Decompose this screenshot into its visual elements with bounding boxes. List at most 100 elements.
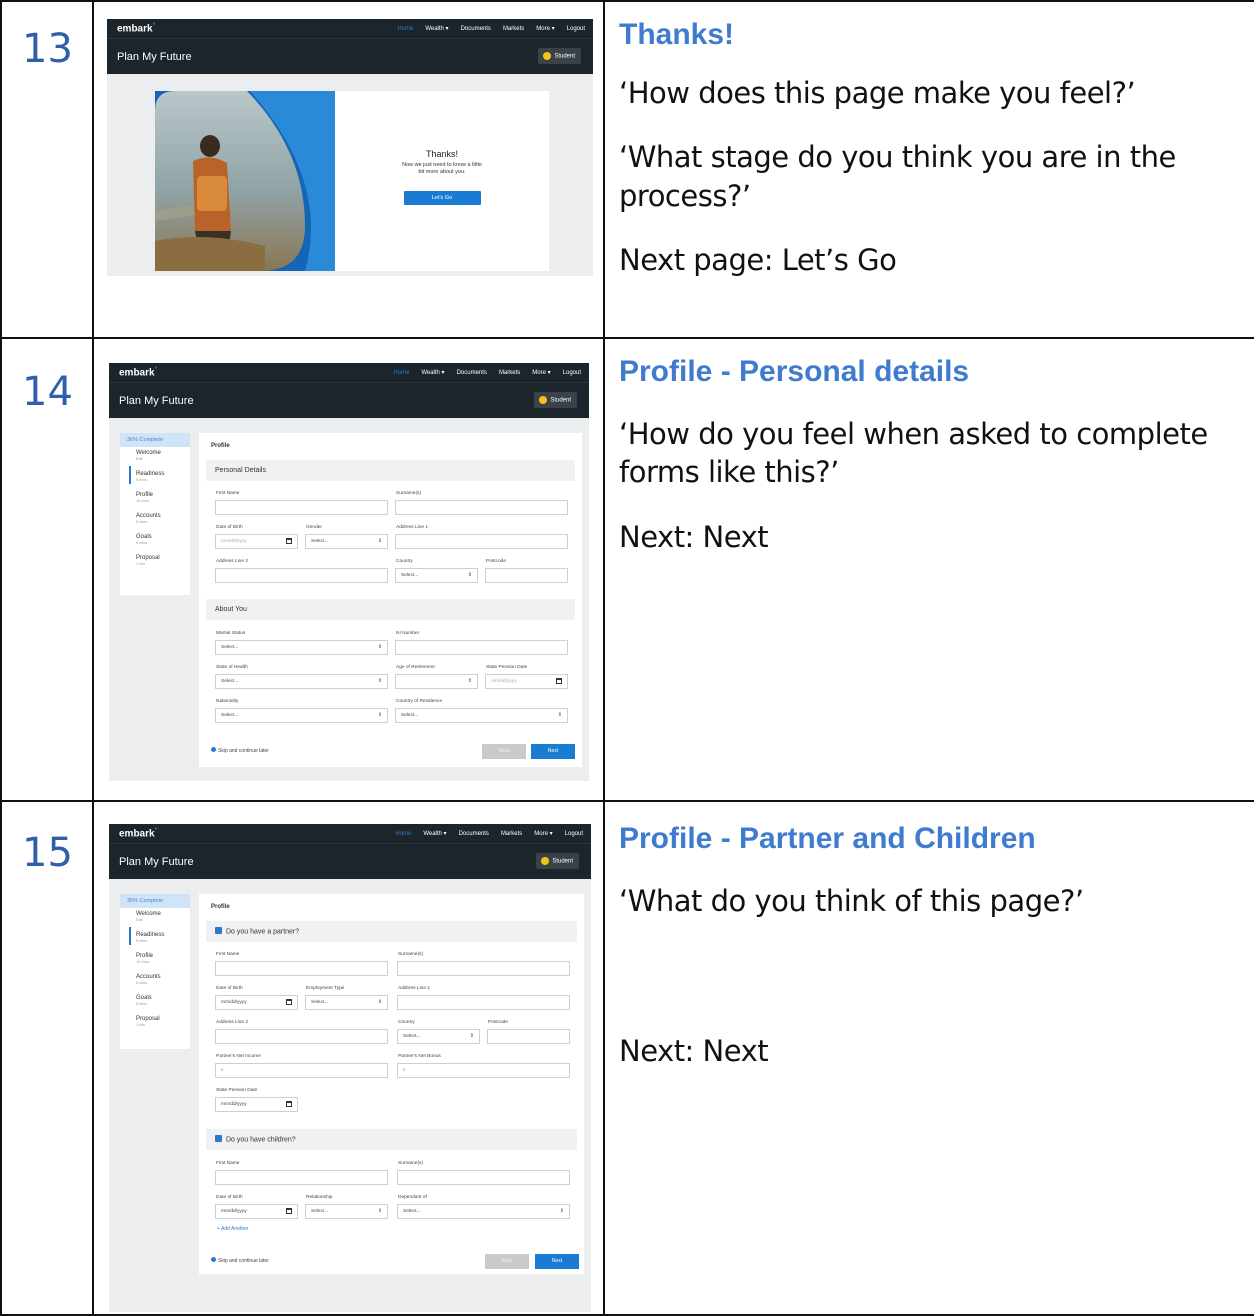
sidebar-step[interactable]: Readiness 5 mins	[120, 929, 190, 950]
calendar-icon	[286, 1208, 292, 1214]
nav-home[interactable]: Home	[395, 831, 411, 837]
section-about-you: About You	[206, 599, 575, 620]
partner-country-select[interactable]: Select... ⇕	[397, 1029, 480, 1044]
nav-wealth[interactable]: Wealth ▾	[423, 831, 446, 837]
retirement-age-stepper[interactable]: ⇕	[395, 674, 478, 689]
avatar-icon	[541, 857, 550, 865]
info-icon	[211, 1257, 216, 1263]
lets-go-button[interactable]: Let's Go	[403, 190, 481, 205]
net-bonus-input[interactable]: £	[397, 1063, 570, 1078]
partner-address2-input[interactable]	[215, 1029, 388, 1044]
profile-form-card: Profile Personal Details First Name Surn…	[199, 433, 582, 767]
checkbox-checked-icon[interactable]	[215, 927, 222, 934]
progress-percent: 36% Complete	[120, 894, 190, 908]
section-children[interactable]: Do you have children?	[206, 1129, 577, 1150]
nav-markets[interactable]: Markets	[503, 26, 524, 32]
address-line2-input[interactable]	[215, 568, 388, 583]
step-title: Profile - Personal details	[619, 355, 970, 388]
calendar-icon	[286, 538, 292, 544]
partner-first-name-input[interactable]	[215, 961, 388, 976]
nav-home[interactable]: Home	[397, 26, 413, 32]
nav-home[interactable]: Home	[393, 370, 409, 376]
sidebar-step[interactable]: Accounts 5 mins	[120, 971, 190, 992]
nationality-select[interactable]: Select... ⇕	[215, 708, 388, 723]
step-number: 13	[22, 26, 73, 72]
next-button[interactable]: Next	[531, 744, 575, 759]
postcode-input[interactable]	[485, 568, 568, 583]
sidebar-step[interactable]: Welcome Edit	[120, 447, 190, 468]
partner-address1-input[interactable]	[397, 995, 570, 1010]
embark-logo: embark°	[119, 828, 157, 840]
embark-logo: embark°	[117, 23, 155, 35]
note-next: Next: Next	[619, 519, 769, 554]
currency-symbol: £	[403, 1068, 406, 1073]
nav-markets[interactable]: Markets	[501, 831, 522, 837]
first-name-input[interactable]	[215, 500, 388, 515]
back-button[interactable]: Back	[485, 1254, 529, 1269]
form-title: Profile	[211, 904, 230, 910]
page-title: Plan My Future	[119, 395, 194, 407]
gender-select[interactable]: Select... ⇕	[305, 534, 388, 549]
dependant-select[interactable]: Select... ⇕	[397, 1204, 570, 1219]
child-dob-input[interactable]: mm/dd/yyyy	[215, 1204, 298, 1219]
top-nav: Home Wealth ▾ Documents Markets More ▾ Logout	[383, 830, 583, 837]
nav-logout[interactable]: Logout	[567, 26, 585, 32]
country-select[interactable]: Select... ⇕	[395, 568, 478, 583]
form-title: Profile	[211, 443, 230, 449]
nav-logout[interactable]: Logout	[565, 831, 583, 837]
sidebar-step[interactable]: Profile 10 mins	[120, 950, 190, 971]
note-next: Next page: Let’s Go	[619, 242, 897, 277]
embark-logo: embark°	[119, 367, 157, 379]
partner-pension-date-input[interactable]: mm/dd/yyyy	[215, 1097, 298, 1112]
residence-select[interactable]: Select... ⇕	[395, 708, 568, 723]
hiker-photo	[155, 91, 335, 271]
nav-more[interactable]: More ▾	[534, 831, 552, 837]
relationship-select[interactable]: Select... ⇕	[305, 1204, 388, 1219]
child-first-name-input[interactable]	[215, 1170, 388, 1185]
surname-input[interactable]	[395, 500, 568, 515]
sidebar-step[interactable]: Goals 5 mins	[120, 992, 190, 1013]
sidebar-step[interactable]: Proposal 1 min	[120, 552, 190, 573]
student-badge: Student	[538, 48, 581, 64]
ni-number-input[interactable]	[395, 640, 568, 655]
back-button[interactable]: Back	[482, 744, 526, 759]
nav-wealth[interactable]: Wealth ▾	[425, 26, 448, 32]
calendar-icon	[286, 1101, 292, 1107]
checkbox-checked-icon[interactable]	[215, 1135, 222, 1142]
nav-markets[interactable]: Markets	[499, 370, 520, 376]
child-surname-input[interactable]	[397, 1170, 570, 1185]
dob-input[interactable]: mm/dd/yyyy	[215, 534, 298, 549]
partner-postcode-input[interactable]	[487, 1029, 570, 1044]
skip-link[interactable]: Skip and continue later	[211, 747, 269, 754]
sidebar-step[interactable]: Readiness 5 mins	[120, 468, 190, 489]
nav-more[interactable]: More ▾	[532, 370, 550, 376]
thanks-subtext: Now we just need to know a little bit mo…	[402, 162, 482, 176]
avatar-icon	[539, 396, 548, 404]
marital-status-select[interactable]: Select... ⇕	[215, 640, 388, 655]
page-title: Plan My Future	[119, 856, 194, 868]
partner-surname-input[interactable]	[397, 961, 570, 976]
sidebar-step[interactable]: Goals 5 mins	[120, 531, 190, 552]
skip-link[interactable]: Skip and continue later	[211, 1257, 269, 1264]
sidebar-step[interactable]: Proposal 1 min	[120, 1013, 190, 1034]
calendar-icon	[286, 999, 292, 1005]
sidebar-step[interactable]: Accounts 5 mins	[120, 510, 190, 531]
nav-documents[interactable]: Documents	[457, 370, 487, 376]
net-income-input[interactable]: £	[215, 1063, 388, 1078]
sidebar-step[interactable]: Welcome Edit	[120, 908, 190, 929]
nav-documents[interactable]: Documents	[461, 26, 491, 32]
top-nav: Home Wealth ▾ Documents Markets More ▾ Logout	[381, 369, 581, 376]
section-partner[interactable]: Do you have a partner?	[206, 921, 577, 942]
nav-more[interactable]: More ▾	[536, 26, 554, 32]
partner-dob-input[interactable]: mm/dd/yyyy	[215, 995, 298, 1010]
employment-select[interactable]: Select... ⇕	[305, 995, 388, 1010]
nav-logout[interactable]: Logout	[563, 370, 581, 376]
next-button[interactable]: Next	[535, 1254, 579, 1269]
address-line1-input[interactable]	[395, 534, 568, 549]
health-select[interactable]: Select... ⇕	[215, 674, 388, 689]
sidebar-step[interactable]: Profile 10 mins	[120, 489, 190, 510]
nav-wealth[interactable]: Wealth ▾	[421, 370, 444, 376]
nav-documents[interactable]: Documents	[459, 831, 489, 837]
pension-date-input[interactable]: mm/dd/yyyy	[485, 674, 568, 689]
add-another-link[interactable]: + Add Another	[217, 1226, 249, 1232]
